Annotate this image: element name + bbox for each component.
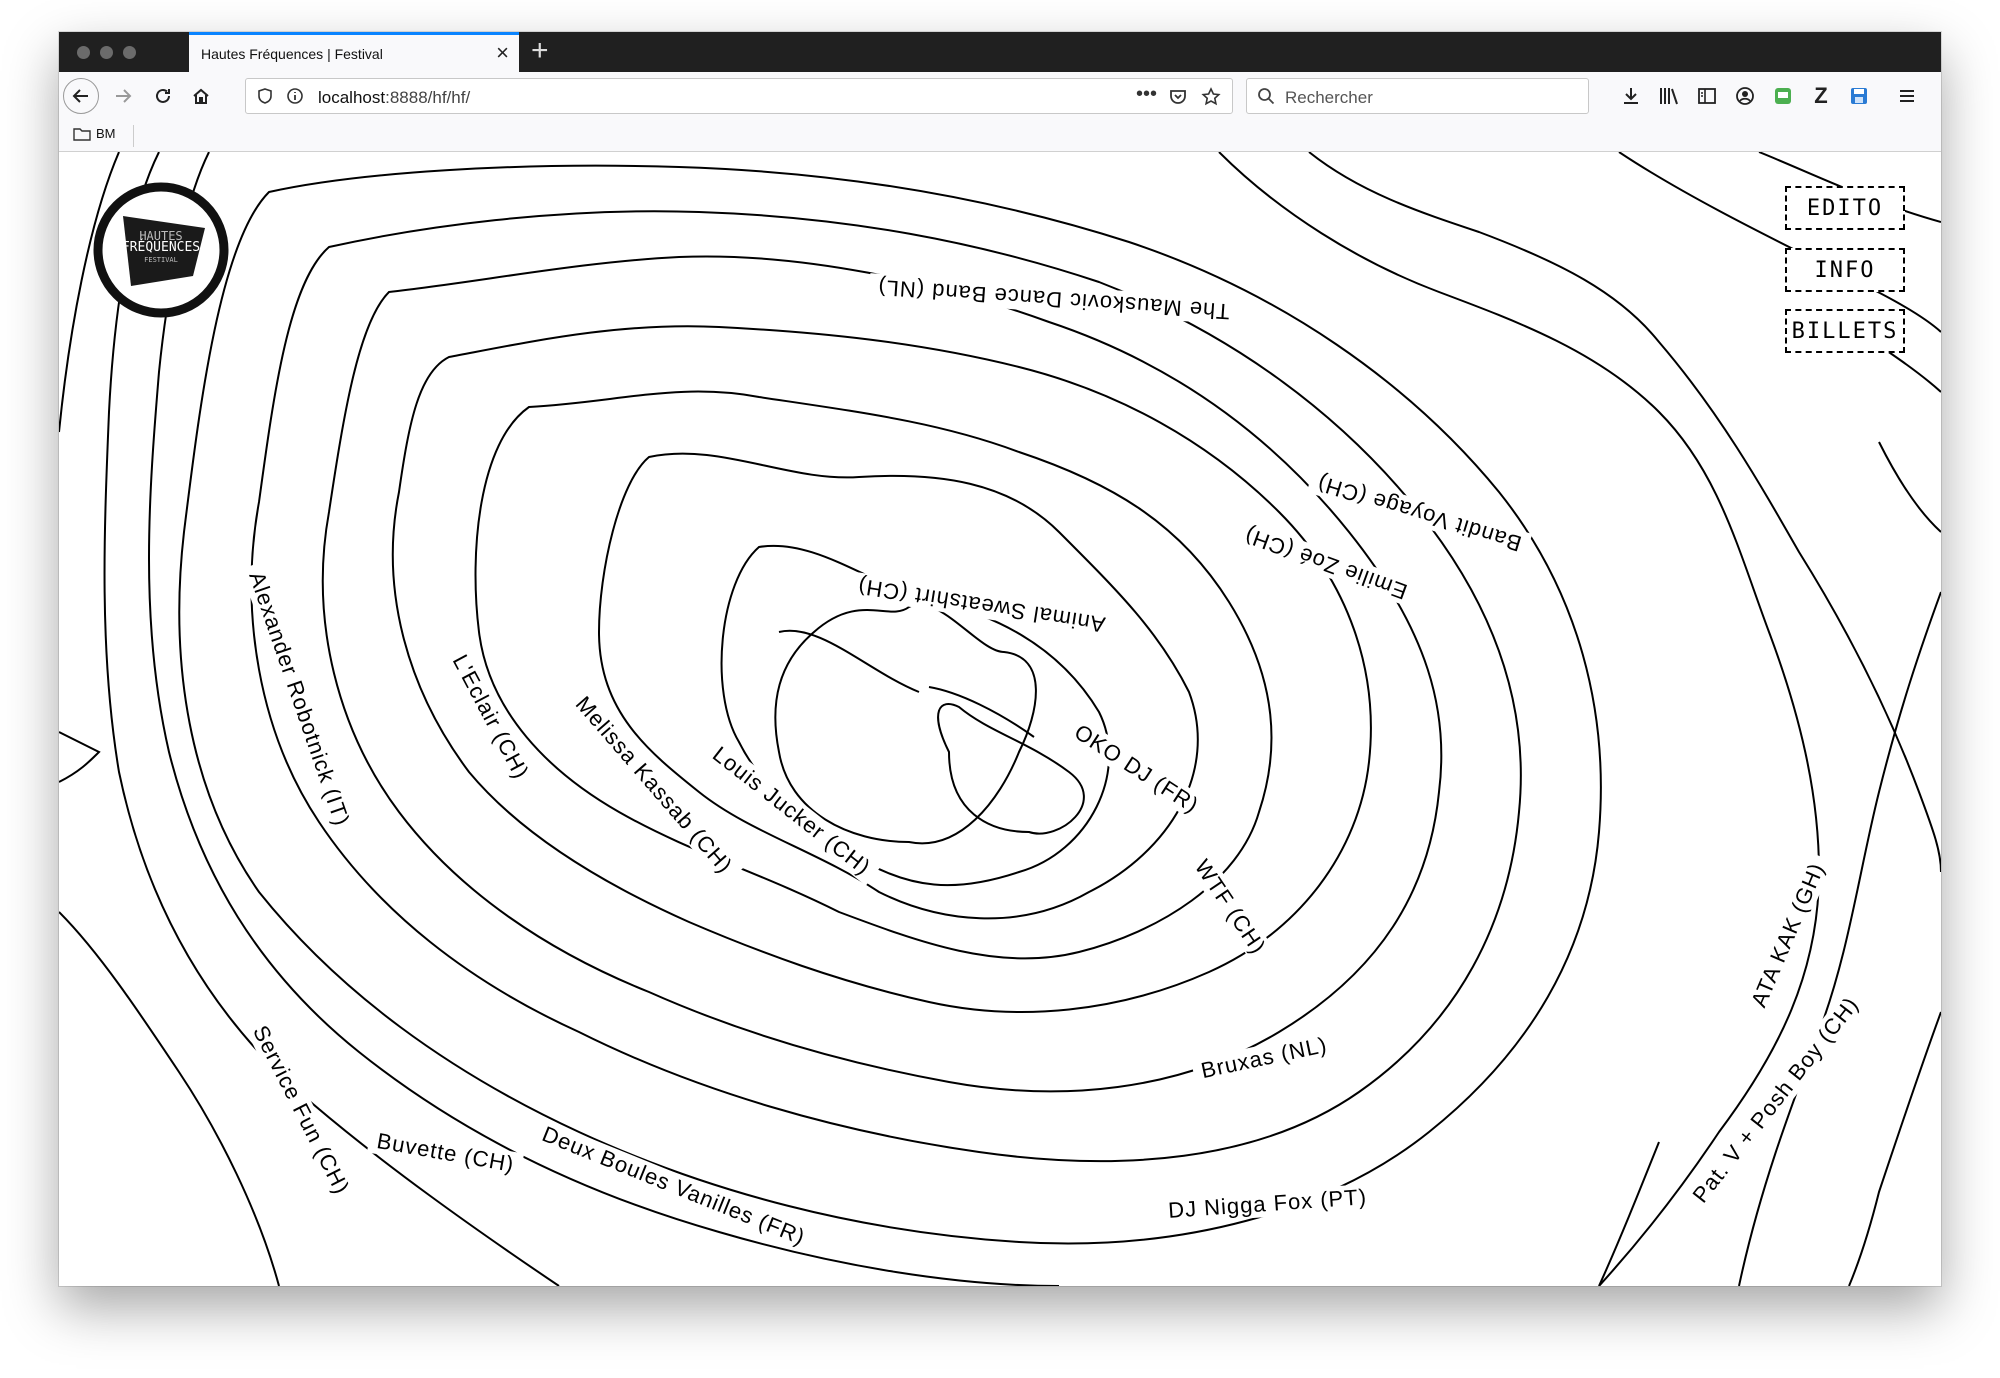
new-tab-icon[interactable]: + <box>531 34 549 68</box>
forward-button[interactable] <box>105 78 141 114</box>
bookmark-label: BM <box>96 126 116 141</box>
browser-window: Hautes Fréquences | Festival × + localho… <box>59 32 1941 1286</box>
maximize-window-icon[interactable] <box>123 46 136 59</box>
back-arrow-icon <box>72 89 88 103</box>
zotero-icon[interactable]: Z <box>1807 82 1835 110</box>
url-text[interactable]: localhost:8888/hf/hf/ <box>318 88 470 108</box>
menu-button-edito[interactable]: EDITO <box>1785 186 1905 230</box>
reload-button[interactable] <box>145 78 181 114</box>
bookmark-separator <box>133 125 134 147</box>
contour-lines <box>59 152 1941 1286</box>
menu-button-info[interactable]: INFO <box>1785 248 1905 292</box>
back-button[interactable] <box>63 78 99 114</box>
tab-close-icon[interactable]: × <box>496 41 509 65</box>
account-icon[interactable] <box>1731 82 1759 110</box>
folder-icon <box>73 127 91 141</box>
url-path: :8888/hf/hf/ <box>385 88 471 107</box>
menu-button-billets[interactable]: BILLETS <box>1785 309 1905 353</box>
sidebar-icon[interactable] <box>1693 82 1721 110</box>
library-icon[interactable] <box>1655 82 1683 110</box>
search-placeholder: Rechercher <box>1285 88 1373 107</box>
search-icon <box>1257 87 1275 110</box>
bookmark-folder-bm[interactable]: BM <box>73 126 116 141</box>
shield-icon[interactable] <box>256 87 274 110</box>
logo-text-frequences: FRÉQUENCES <box>121 240 201 255</box>
reload-icon <box>156 88 170 103</box>
url-bar[interactable]: localhost:8888/hf/hf/ ••• <box>245 78 1233 114</box>
minimize-window-icon[interactable] <box>100 46 113 59</box>
forward-arrow-icon <box>116 89 132 103</box>
tab-active[interactable]: Hautes Fréquences | Festival × <box>189 32 519 72</box>
bookmark-star-icon[interactable] <box>1201 87 1221 112</box>
extension-green-icon[interactable] <box>1769 82 1797 110</box>
page-actions-icon[interactable]: ••• <box>1136 83 1157 106</box>
close-window-icon[interactable] <box>77 46 90 59</box>
festival-logo[interactable]: HAUTES FRÉQUENCES FESTIVAL <box>93 182 229 318</box>
home-icon <box>193 88 209 104</box>
bookmarks-toolbar: BM <box>59 120 1941 152</box>
logo-text-festival: FESTIVAL <box>144 256 178 264</box>
tab-strip: Hautes Fréquences | Festival × + <box>59 32 1941 72</box>
save-extension-icon[interactable] <box>1845 82 1873 110</box>
tab-title: Hautes Fréquences | Festival <box>201 46 383 62</box>
url-host: localhost <box>318 88 386 107</box>
pocket-icon[interactable] <box>1168 87 1188 112</box>
home-button[interactable] <box>183 78 219 114</box>
download-icon[interactable] <box>1617 82 1645 110</box>
search-bar[interactable]: Rechercher <box>1246 78 1589 114</box>
info-icon[interactable] <box>286 87 304 110</box>
festival-page: HAUTES FRÉQUENCES FESTIVAL EDITO INFO BI… <box>59 152 1941 1286</box>
window-controls[interactable] <box>77 46 136 59</box>
navigation-toolbar: localhost:8888/hf/hf/ ••• Rechercher Z <box>59 72 1941 120</box>
hamburger-menu-icon[interactable] <box>1893 82 1921 110</box>
